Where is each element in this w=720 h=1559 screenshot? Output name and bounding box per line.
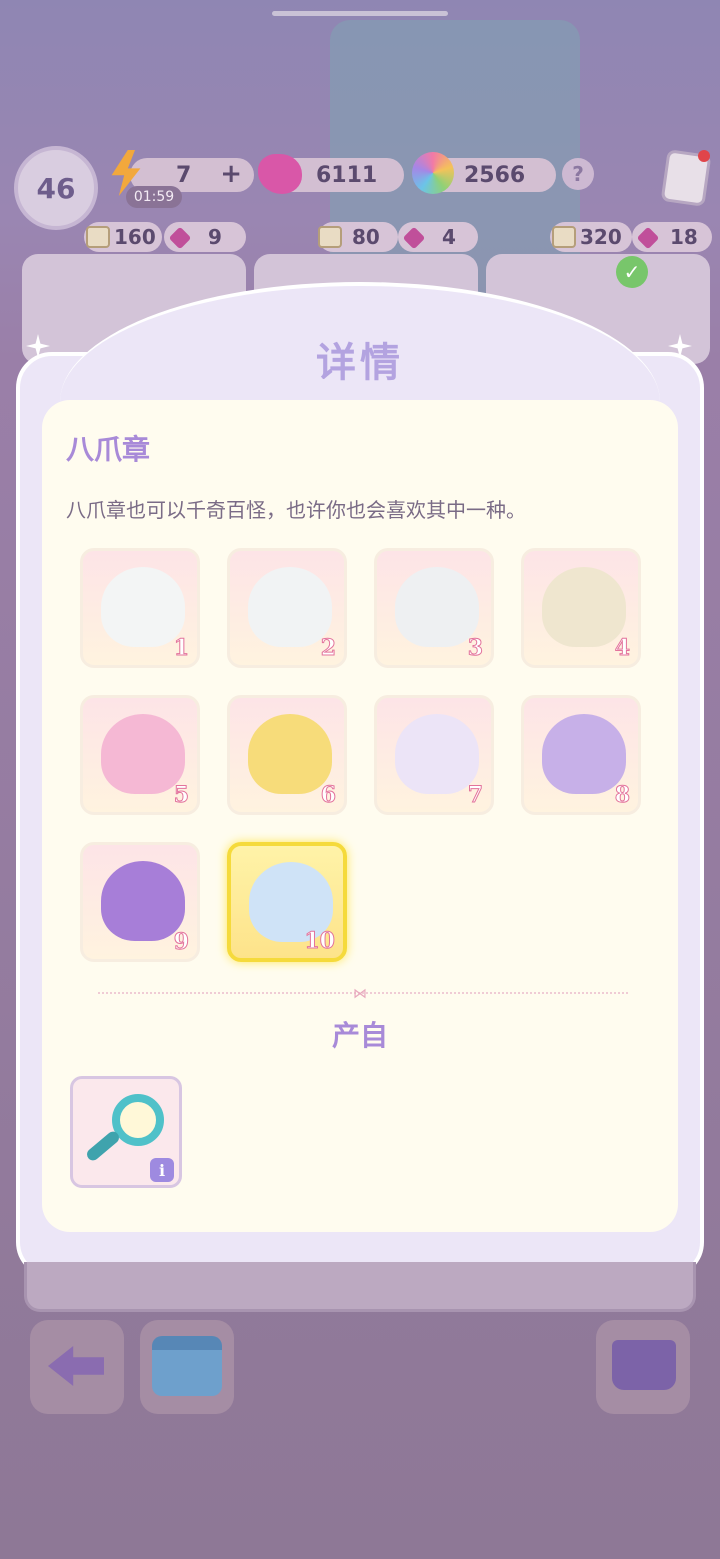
book-icon [552, 226, 576, 248]
book-icon [86, 226, 110, 248]
item-slot-level-10[interactable]: 10 [227, 842, 347, 962]
octopus-icon [248, 567, 332, 647]
item-slot-level-1[interactable]: 1 [80, 548, 200, 668]
item-slot-level-5[interactable]: 5 [80, 695, 200, 815]
magnifier-racket-icon [112, 1094, 164, 1146]
item-level-number: 8 [614, 782, 630, 809]
octopus-icon [395, 567, 479, 647]
order-1-gem-value: 9 [208, 225, 222, 249]
item-description: 八爪章也可以千奇百怪，也许你也会喜欢其中一种。 [66, 498, 526, 522]
gem-value: 6111 [316, 162, 378, 188]
item-level-number: 9 [173, 929, 189, 956]
item-slot-level-6[interactable]: 6 [227, 695, 347, 815]
octopus-icon [542, 714, 626, 794]
item-slot-level-2[interactable]: 2 [227, 548, 347, 668]
energy-timer: 01:59 [126, 186, 182, 208]
item-name: 八爪章 [66, 433, 151, 466]
octopus-icon [101, 567, 185, 647]
item-level-number: 4 [614, 635, 630, 662]
octopus-icon [101, 714, 185, 794]
order-1-book-value: 160 [114, 225, 156, 249]
star-value: 2566 [464, 162, 526, 188]
home-indicator [272, 11, 448, 16]
toolbox-icon [152, 1336, 222, 1396]
check-icon: ✓ [616, 256, 648, 288]
player-level-badge[interactable]: 46 [14, 146, 98, 230]
octopus-icon [395, 714, 479, 794]
item-slot-level-3[interactable]: 3 [374, 548, 494, 668]
octopus-icon [542, 567, 626, 647]
cart-icon [612, 1340, 676, 1390]
source-heading: 产自 [331, 1019, 388, 1052]
item-slot-level-8[interactable]: 8 [521, 695, 641, 815]
item-level-number: 3 [467, 635, 483, 662]
item-level-number: 5 [173, 782, 189, 809]
item-level-number: 7 [467, 782, 483, 809]
order-2-book-value: 80 [352, 225, 380, 249]
item-level-number: 2 [320, 635, 336, 662]
item-level-number: 10 [304, 928, 336, 955]
energy-value: 7 [176, 162, 192, 188]
item-level-number: 1 [173, 635, 189, 662]
order-2-gem-value: 4 [442, 225, 456, 249]
energy-add-button[interactable]: + [220, 159, 242, 189]
order-3-gem-value: 18 [670, 225, 698, 249]
board-bottom-edge [24, 1262, 696, 1312]
rainbow-star-icon [412, 152, 454, 194]
book-icon [318, 226, 342, 248]
info-icon[interactable]: i [150, 1158, 174, 1182]
order-3-book-value: 320 [580, 225, 622, 249]
octopus-icon [101, 861, 185, 941]
help-button[interactable]: ? [562, 158, 594, 190]
notification-dot [698, 150, 710, 162]
gem-icon [258, 154, 302, 194]
item-slot-level-4[interactable]: 4 [521, 548, 641, 668]
item-slot-level-9[interactable]: 9 [80, 842, 200, 962]
item-slot-level-7[interactable]: 7 [374, 695, 494, 815]
modal-title: 详情 [316, 340, 404, 386]
item-level-number: 6 [320, 782, 336, 809]
octopus-icon [248, 714, 332, 794]
bow-icon: ⋈ [353, 986, 367, 1002]
